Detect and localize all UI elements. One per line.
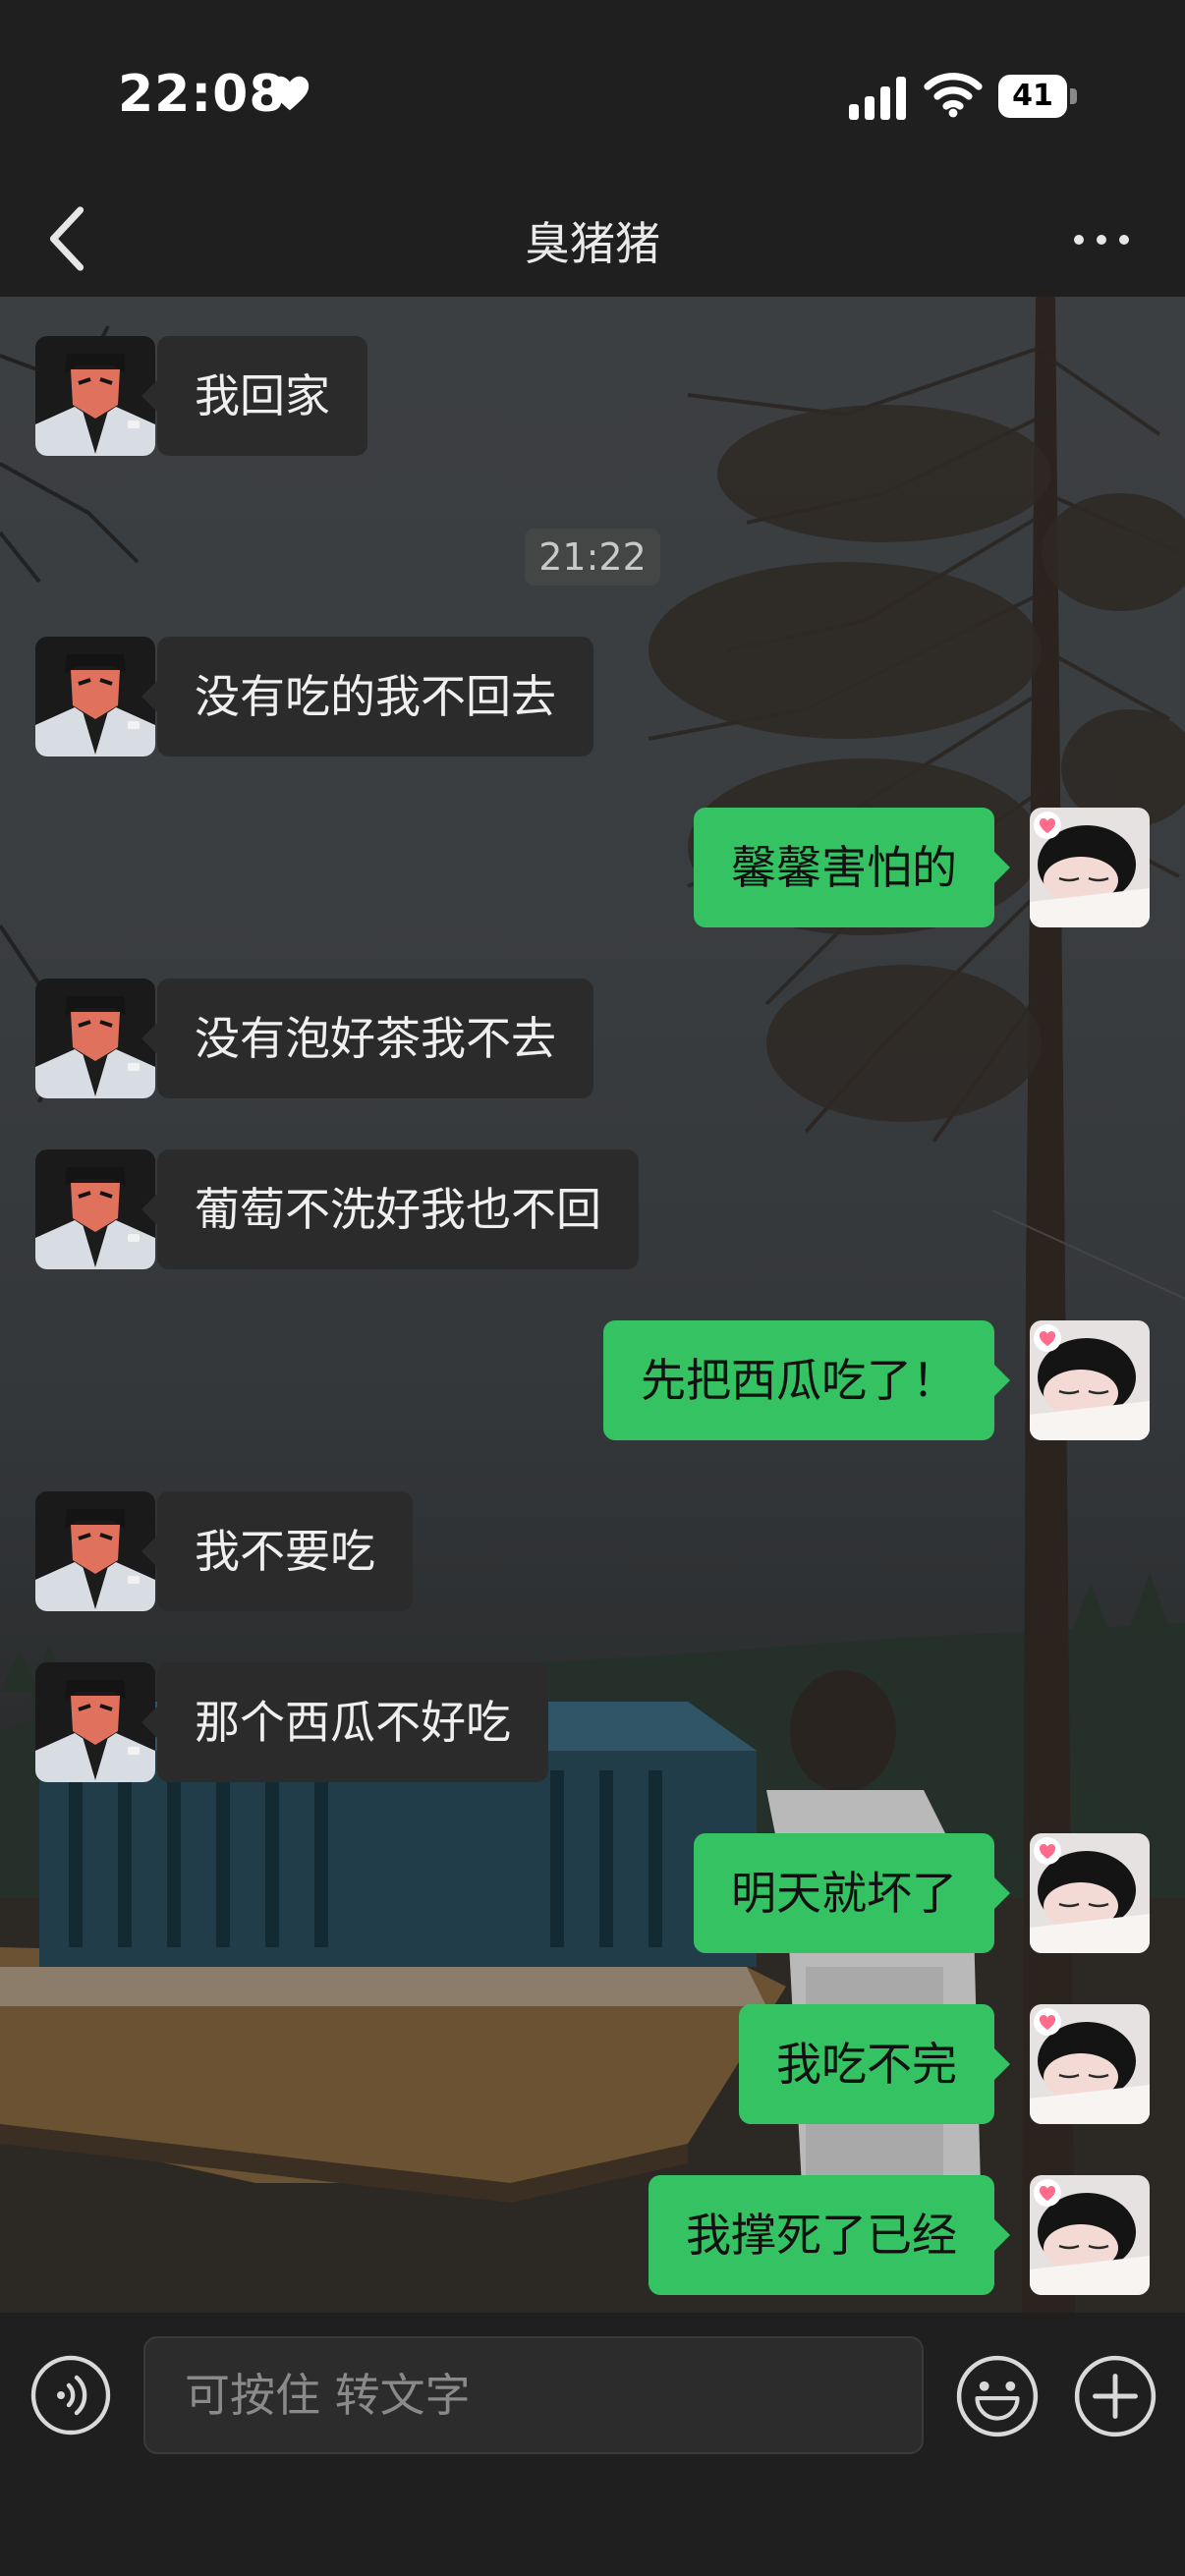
battery-indicator: 41: [998, 75, 1077, 118]
message-bubble[interactable]: 那个西瓜不好吃: [141, 1662, 548, 1782]
message-bubble[interactable]: 葡萄不洗好我也不回: [141, 1149, 639, 1269]
timestamp: 21:22: [525, 529, 660, 586]
message-bubble[interactable]: 馨馨害怕的: [694, 808, 1010, 927]
contact-avatar[interactable]: [35, 637, 155, 756]
cellular-signal-icon: [849, 77, 906, 120]
sent-message: 馨馨害怕的: [0, 808, 1185, 927]
received-message: 那个西瓜不好吃: [0, 1662, 1185, 1782]
battery-level: 41: [998, 75, 1067, 118]
chat-title: 臭猪猪: [525, 217, 660, 270]
sent-message: 明天就坏了: [0, 1833, 1185, 1953]
my-avatar[interactable]: [1030, 808, 1150, 927]
message-input[interactable]: 可按住 转文字: [143, 2336, 924, 2454]
message-bubble[interactable]: 我回家: [141, 336, 367, 456]
received-message: 没有吃的我不回去: [0, 637, 1185, 756]
plus-icon[interactable]: [1073, 2354, 1157, 2438]
message-bubble[interactable]: 我吃不完: [739, 2004, 1010, 2124]
message-bubble[interactable]: 明天就坏了: [694, 1833, 1010, 1953]
my-avatar[interactable]: [1030, 1833, 1150, 1953]
wifi-icon: [924, 73, 983, 118]
emoji-icon[interactable]: [955, 2354, 1040, 2438]
received-message: 葡萄不洗好我也不回: [0, 1149, 1185, 1269]
my-avatar[interactable]: [1030, 2175, 1150, 2295]
received-message: 我回家: [0, 336, 1185, 456]
message-bubble[interactable]: 没有吃的我不回去: [141, 637, 593, 756]
chat-header: 臭猪猪: [0, 187, 1185, 297]
voice-input-icon[interactable]: [29, 2354, 112, 2436]
received-message: 我不要吃: [0, 1491, 1185, 1611]
received-message: 没有泡好茶我不去: [0, 979, 1185, 1098]
message-bubble[interactable]: 我撑死了已经: [649, 2175, 1010, 2295]
more-options-icon[interactable]: [1071, 230, 1132, 250]
message-bubble[interactable]: 先把西瓜吃了！: [603, 1320, 1010, 1440]
message-bubble[interactable]: 我不要吃: [141, 1491, 413, 1611]
contact-avatar[interactable]: [35, 1491, 155, 1611]
contact-avatar[interactable]: [35, 1662, 155, 1782]
sent-message: 我吃不完: [0, 2004, 1185, 2124]
battery-tip: [1070, 88, 1077, 104]
sent-message: 我撑死了已经: [0, 2175, 1185, 2295]
input-bar: 可按住 转文字: [0, 2313, 1185, 2576]
sent-message: 先把西瓜吃了！: [0, 1320, 1185, 1440]
contact-avatar[interactable]: [35, 336, 155, 456]
status-bar: 22:08 41: [0, 0, 1185, 187]
contact-avatar[interactable]: [35, 1149, 155, 1269]
message-bubble[interactable]: 没有泡好茶我不去: [141, 979, 593, 1098]
contact-avatar[interactable]: [35, 979, 155, 1098]
my-avatar[interactable]: [1030, 1320, 1150, 1440]
heart-icon: [270, 76, 310, 111]
my-avatar[interactable]: [1030, 2004, 1150, 2124]
status-time: 22:08: [118, 65, 286, 124]
